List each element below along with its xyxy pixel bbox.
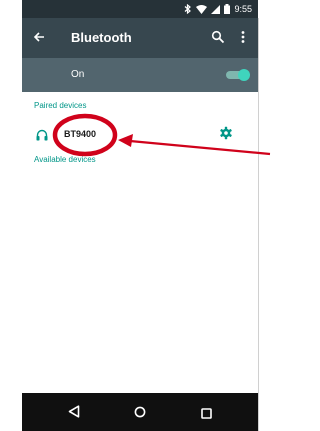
status-icons: 9:55 xyxy=(184,3,252,15)
bluetooth-switch[interactable] xyxy=(226,69,250,81)
back-arrow-icon[interactable] xyxy=(32,30,46,49)
paired-devices-header: Paired devices xyxy=(34,101,87,110)
signal-icon xyxy=(211,4,221,14)
status-time: 9:55 xyxy=(234,4,252,14)
app-bar: Bluetooth xyxy=(22,18,258,58)
bluetooth-toggle-row[interactable]: On xyxy=(22,58,258,92)
nav-recents-icon[interactable] xyxy=(201,406,212,424)
navigation-bar xyxy=(22,393,258,431)
phone-edge xyxy=(258,18,259,431)
more-vert-icon[interactable] xyxy=(240,30,246,49)
search-icon[interactable] xyxy=(211,30,225,49)
bluetooth-state-label: On xyxy=(71,69,85,80)
available-devices-header: Available devices xyxy=(34,155,96,164)
wifi-icon xyxy=(196,4,208,14)
nav-back-icon[interactable] xyxy=(68,405,80,423)
phone-screen: 9:55 Bluetooth On Paired devices BT9400 xyxy=(22,0,258,431)
nav-home-icon[interactable] xyxy=(134,405,146,423)
page-title: Bluetooth xyxy=(71,30,132,45)
paired-device-row[interactable]: BT9400 xyxy=(22,121,258,147)
switch-thumb xyxy=(238,69,250,81)
status-bar: 9:55 xyxy=(22,0,258,18)
bluetooth-icon xyxy=(184,4,192,14)
battery-icon xyxy=(224,4,231,14)
gear-icon[interactable] xyxy=(219,126,233,145)
device-name: BT9400 xyxy=(64,129,97,139)
headphones-icon xyxy=(36,128,48,146)
